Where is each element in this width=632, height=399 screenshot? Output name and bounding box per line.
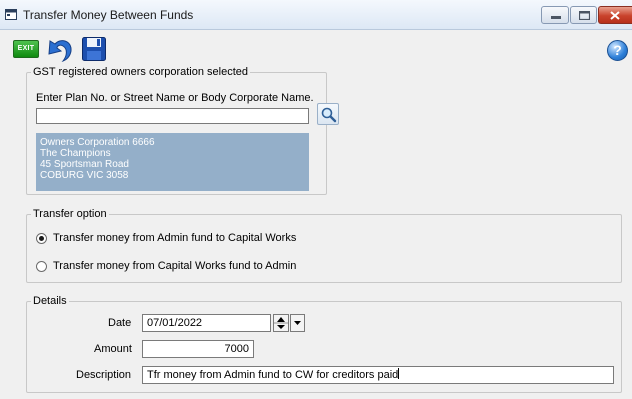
corp-street: 45 Sportsman Road	[40, 159, 129, 170]
selected-corporation-panel[interactable]: Owners Corporation 6666 The Champions 45…	[36, 133, 309, 191]
save-button[interactable]	[81, 35, 107, 63]
description-field[interactable]: Tfr money from Admin fund to CW for cred…	[142, 366, 614, 384]
undo-icon	[48, 40, 72, 63]
window-title: Transfer Money Between Funds	[23, 8, 194, 22]
search-button[interactable]	[317, 103, 339, 125]
gst-group-legend: GST registered owners corporation select…	[33, 66, 249, 78]
magnifier-icon	[321, 107, 337, 123]
help-button[interactable]: ?	[607, 40, 628, 61]
corp-suburb: COBURG VIC 3058	[40, 170, 129, 181]
minimize-icon	[551, 16, 561, 19]
search-prompt: Enter Plan No. or Street Name or Body Co…	[36, 92, 314, 104]
date-spinner[interactable]	[273, 314, 289, 332]
spin-up-down-icon	[274, 317, 288, 329]
exit-button[interactable]: EXIT	[13, 40, 39, 58]
maximize-icon	[579, 11, 590, 20]
date-dropdown-button[interactable]	[290, 314, 305, 332]
corp-name: Owners Corporation 6666	[40, 137, 155, 148]
help-icon: ?	[613, 42, 622, 58]
app-icon	[5, 9, 17, 20]
title-bar: Transfer Money Between Funds	[0, 0, 632, 30]
toolbar: EXIT ?	[0, 30, 632, 68]
chevron-down-icon	[294, 321, 301, 325]
close-button[interactable]	[598, 6, 632, 24]
search-input[interactable]	[36, 108, 309, 124]
exit-icon: EXIT	[17, 45, 35, 52]
transfer-group-legend: Transfer option	[33, 208, 107, 220]
option-capital-works-to-admin-label[interactable]: Transfer money from Capital Works fund t…	[53, 260, 296, 272]
radio-admin-to-capital-works[interactable]	[36, 233, 47, 244]
date-label: Date	[108, 317, 132, 329]
details-group-legend: Details	[33, 295, 67, 307]
amount-label: Amount	[94, 343, 132, 355]
description-text: Tfr money from Admin fund to CW for cred…	[147, 369, 399, 381]
option-admin-to-capital-works-label[interactable]: Transfer money from Admin fund to Capita…	[53, 232, 296, 244]
text-caret	[398, 368, 400, 379]
close-icon	[610, 11, 620, 20]
date-field[interactable]: 07/01/2022	[142, 314, 271, 332]
maximize-button[interactable]	[570, 6, 597, 24]
description-label: Description	[76, 369, 132, 381]
radio-capital-works-to-admin[interactable]	[36, 261, 47, 272]
undo-button[interactable]	[46, 35, 76, 63]
save-icon	[82, 37, 106, 61]
amount-field[interactable]: 7000	[142, 340, 254, 358]
corp-building: The Champions	[40, 148, 111, 159]
minimize-button[interactable]	[541, 6, 569, 24]
